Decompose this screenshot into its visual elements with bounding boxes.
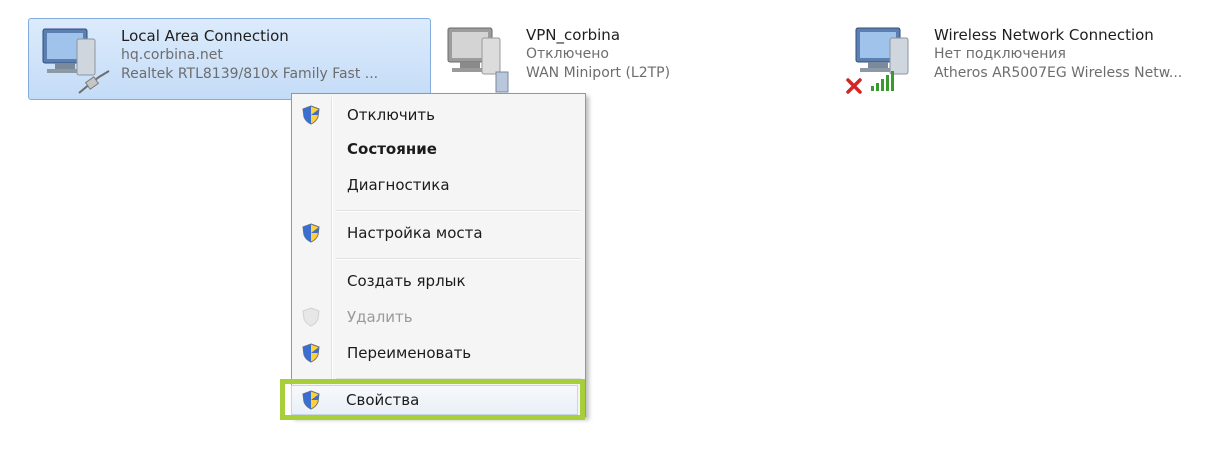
menu-item-rename[interactable]: Переименовать <box>294 338 581 368</box>
uac-shield-icon <box>302 343 320 363</box>
menu-item-diagnostics[interactable]: Диагностика <box>294 170 581 200</box>
menu-item-label: Диагностика <box>347 176 450 194</box>
uac-shield-icon <box>302 105 320 125</box>
menu-item-create-shortcut[interactable]: Создать ярлык <box>294 266 581 296</box>
connection-device: Atheros AR5007EG Wireless Netw... <box>934 65 1183 81</box>
menu-item-label: Состояние <box>347 140 437 158</box>
menu-item-label: Переименовать <box>347 344 472 362</box>
connection-local-area[interactable]: Local Area Connection hq.corbina.net Rea… <box>28 18 431 100</box>
wireless-signal-icon <box>871 71 894 91</box>
menu-item-label: Удалить <box>347 308 413 326</box>
menu-item-disable[interactable]: Отключить <box>294 100 581 130</box>
connection-name: Wireless Network Connection <box>934 26 1154 44</box>
menu-item-label: Настройка моста <box>347 224 483 242</box>
connection-status: Нет подключения <box>934 46 1066 62</box>
connection-status: hq.corbina.net <box>121 47 223 63</box>
menu-item-delete: Удалить <box>294 302 581 332</box>
highlight-frame <box>280 379 585 420</box>
menu-item-status[interactable]: Состояние <box>294 134 581 164</box>
ethernet-cable-icon <box>78 70 110 94</box>
red-x-icon <box>846 78 862 94</box>
uac-shield-icon <box>302 307 320 327</box>
connection-name: VPN_corbina <box>526 26 621 44</box>
connection-vpn[interactable]: VPN_corbina Отключено WAN Miniport (L2TP… <box>434 18 764 98</box>
menu-item-label: Отключить <box>347 106 436 124</box>
menu-item-label: Создать ярлык <box>347 272 466 290</box>
connection-device: Realtek RTL8139/810x Family Fast ... <box>121 66 379 82</box>
menu-item-bridge[interactable]: Настройка моста <box>294 218 581 248</box>
connection-status: Отключено <box>526 46 609 62</box>
uac-shield-icon <box>302 223 320 243</box>
network-adapter-icon <box>447 27 509 93</box>
connection-name: Local Area Connection <box>121 27 289 45</box>
connection-device: WAN Miniport (L2TP) <box>526 65 671 81</box>
context-menu: Отключить Состояние Диагностика Настройк… <box>291 93 586 417</box>
menu-separator <box>336 210 581 212</box>
menu-separator <box>336 258 581 260</box>
connection-wireless[interactable]: Wireless Network Connection Нет подключе… <box>842 18 1231 98</box>
